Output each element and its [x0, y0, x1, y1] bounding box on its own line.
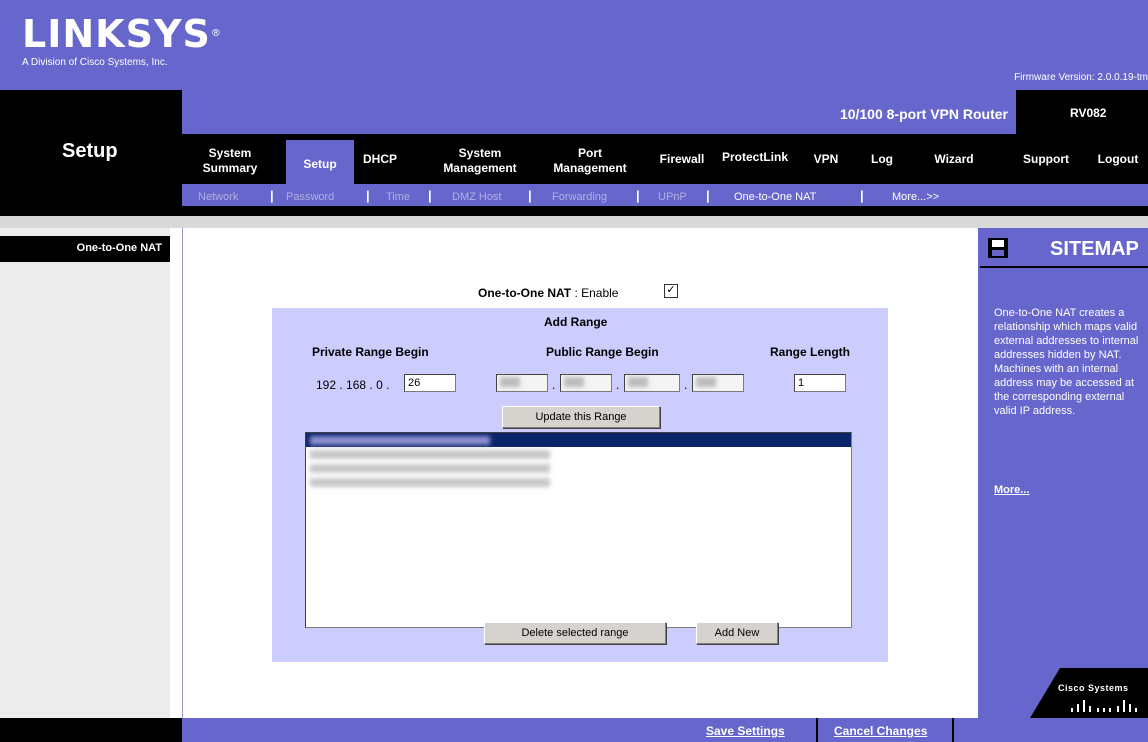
model-number: RV082 [1070, 106, 1107, 120]
nat-enable-checkbox[interactable]: ✓ [664, 284, 678, 298]
subtab-forwarding[interactable]: Forwarding [552, 191, 607, 203]
subtab-one-to-one-nat[interactable]: One-to-One NAT [734, 191, 816, 203]
subtab-time[interactable]: Time [386, 191, 410, 203]
sitemap-divider [980, 266, 1148, 268]
sitemap-icon [988, 238, 1008, 258]
firmware-version: Firmware Version: 2.0.0.19-tm [1014, 72, 1148, 83]
cisco-bridge-icon [1071, 700, 1137, 712]
cisco-systems-logo: Cisco Systems [1058, 683, 1129, 693]
public-ip-octet-3-input[interactable] [624, 374, 680, 392]
add-new-button[interactable]: Add New [696, 622, 778, 644]
page-section-label: One-to-One NAT [0, 236, 170, 262]
list-item-selected[interactable] [306, 433, 851, 447]
tab-port-management[interactable]: Port Management [542, 146, 638, 176]
list-item[interactable] [306, 447, 851, 461]
linksys-logo: LINKSYS® [22, 12, 222, 56]
ip-dot: . [616, 378, 620, 392]
section-title: Setup [62, 140, 118, 162]
sitemap-title: SITEMAP [1050, 238, 1139, 260]
tab-dhcp[interactable]: DHCP [360, 152, 400, 167]
tab-support[interactable]: Support [1016, 152, 1076, 167]
left-column [0, 228, 170, 718]
product-name: 10/100 8-port VPN Router [839, 106, 1008, 122]
list-item[interactable] [306, 461, 851, 475]
subtab-separator: | [706, 188, 710, 203]
sitemap-help-text: One-to-One NAT creates a relationship wh… [994, 307, 1139, 417]
subtab-separator: | [528, 188, 532, 203]
subtab-upnp[interactable]: UPnP [658, 191, 687, 203]
tab-setup[interactable]: Setup [286, 157, 354, 172]
tab-logout[interactable]: Logout [1088, 152, 1148, 167]
private-range-label: Private Range Begin [312, 345, 429, 359]
sitemap-more-link[interactable]: More... [994, 484, 1029, 496]
private-range-last-octet-input[interactable]: 26 [404, 374, 456, 392]
subtab-separator: | [860, 188, 864, 203]
public-ip-octet-4-input[interactable] [692, 374, 744, 392]
footer-separator [952, 718, 954, 742]
cisco-box-corner [1030, 668, 1060, 718]
divider-line [182, 228, 183, 718]
private-ip-prefix: 192 . 168 . 0 . [316, 378, 390, 392]
subtab-separator: | [270, 188, 274, 203]
delete-range-button[interactable]: Delete selected range [484, 622, 666, 644]
subtab-more[interactable]: More...>> [892, 191, 939, 203]
sitemap-panel [978, 228, 1148, 718]
range-length-input[interactable]: 1 [794, 374, 846, 392]
public-ip-octet-1-input[interactable] [496, 374, 548, 392]
ip-dot: . [684, 378, 688, 392]
tab-protectlink[interactable]: ProtectLink [718, 150, 792, 165]
subtab-password[interactable]: Password [286, 191, 334, 203]
save-settings-button[interactable]: Save Settings [706, 724, 785, 738]
public-ip-octet-2-input[interactable] [560, 374, 612, 392]
footer-separator [816, 718, 818, 742]
subtab-separator: | [636, 188, 640, 203]
tab-log[interactable]: Log [862, 152, 902, 167]
footer-left [0, 718, 182, 742]
tab-vpn[interactable]: VPN [806, 152, 846, 167]
add-range-title: Add Range [544, 315, 608, 329]
nat-enable-label: One-to-One NAT : Enable [478, 286, 619, 300]
subtab-separator: | [428, 188, 432, 203]
cancel-changes-button[interactable]: Cancel Changes [834, 724, 927, 738]
ip-dot: . [552, 378, 556, 392]
logo-tagline: A Division of Cisco Systems, Inc. [22, 57, 168, 68]
tab-system-management[interactable]: System Management [430, 146, 530, 176]
tab-firewall[interactable]: Firewall [652, 152, 712, 167]
update-range-button[interactable]: Update this Range [502, 406, 660, 428]
subtab-dmz-host[interactable]: DMZ Host [452, 191, 502, 203]
divider-band [0, 216, 1148, 228]
tab-system-summary[interactable]: System Summary [190, 146, 270, 176]
nat-range-list[interactable] [305, 432, 852, 628]
range-length-label: Range Length [770, 345, 850, 359]
list-item[interactable] [306, 475, 851, 489]
footer-bar [182, 718, 1148, 742]
subtab-network[interactable]: Network [198, 191, 238, 203]
public-range-label: Public Range Begin [546, 345, 659, 359]
tab-wizard[interactable]: Wizard [926, 152, 982, 167]
subtab-separator: | [366, 188, 370, 203]
